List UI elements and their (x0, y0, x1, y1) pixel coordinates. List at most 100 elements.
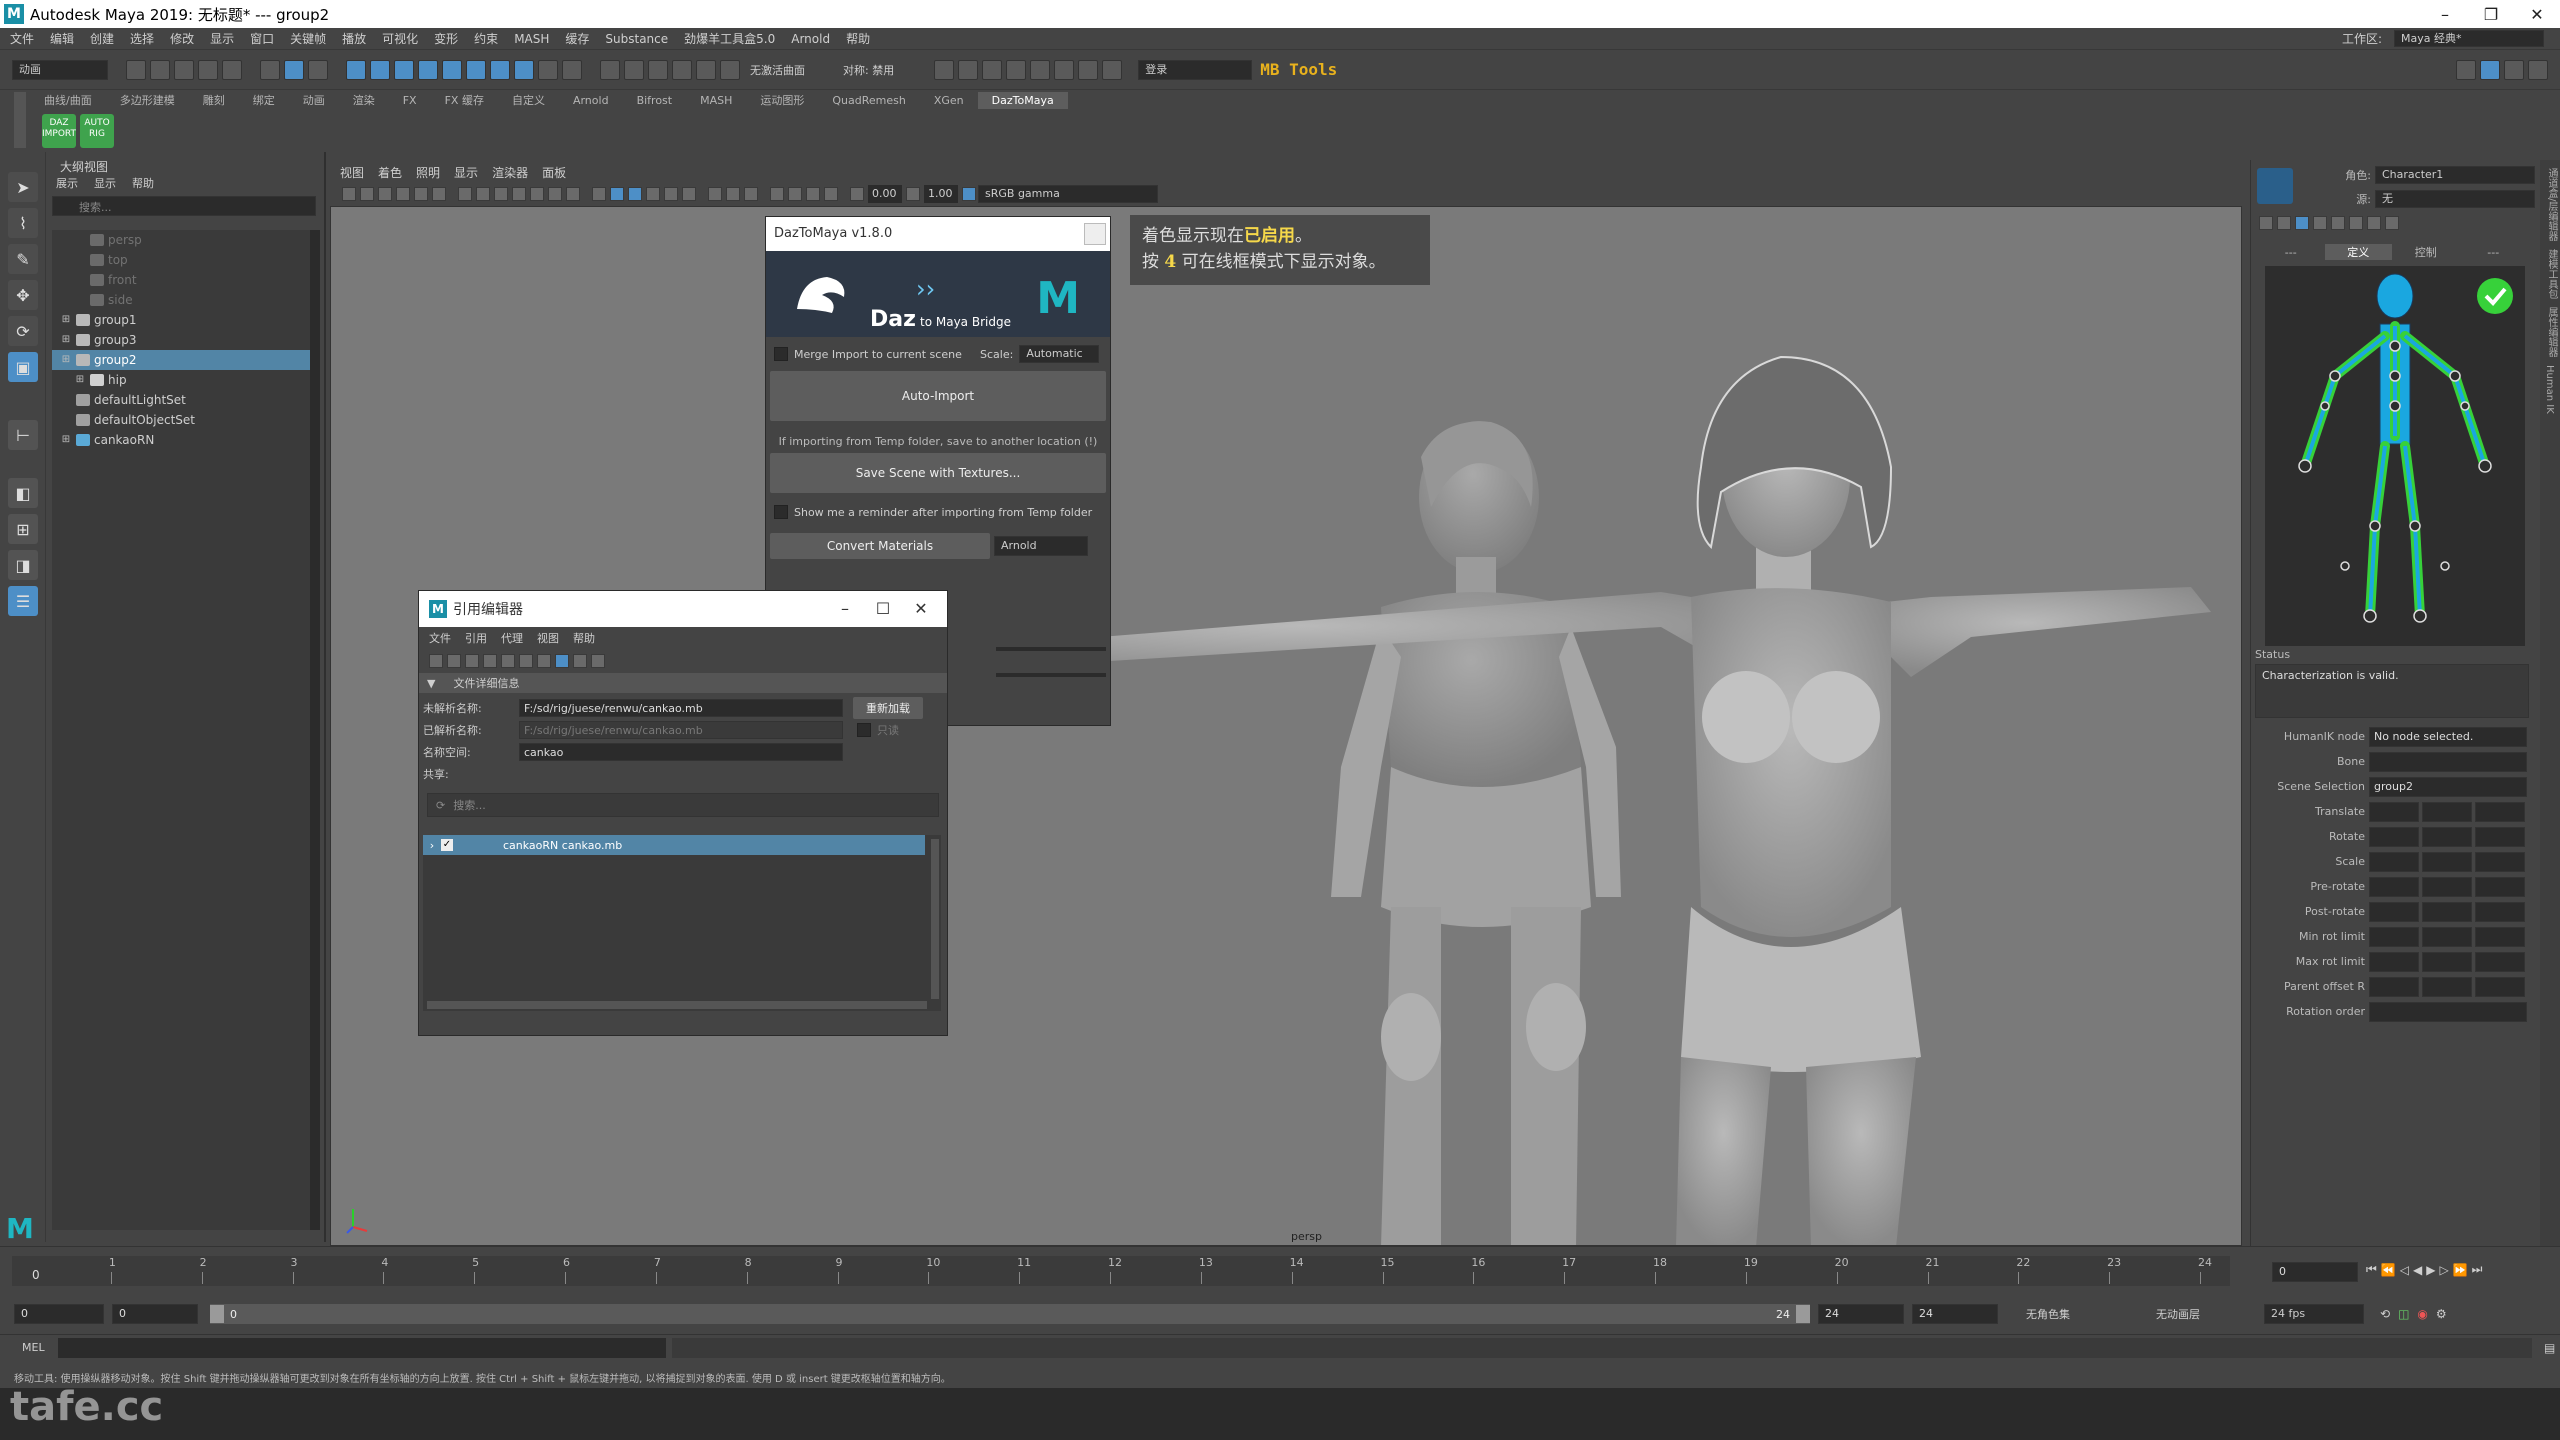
camera-select-icon[interactable] (342, 187, 356, 201)
pick-mask-icon[interactable] (394, 59, 414, 80)
menu-item[interactable]: 劲爆羊工具盒5.0 (684, 30, 775, 47)
scale-tool-icon[interactable]: ▣ (8, 352, 38, 382)
menu-item[interactable]: 关键帧 (290, 30, 326, 47)
reminder-checkbox[interactable] (774, 505, 788, 519)
gate-mask-icon[interactable] (512, 187, 526, 201)
command-input[interactable] (58, 1337, 666, 1358)
folder-icon[interactable] (2313, 216, 2327, 230)
camera-lock-icon[interactable] (360, 187, 374, 201)
channel-box-icon[interactable] (2480, 59, 2500, 80)
outliner-scrollbar[interactable] (310, 230, 320, 1230)
source-dropdown[interactable]: 无 (2375, 190, 2535, 208)
modeling-toolkit-tab[interactable]: 建模工具包 (2544, 249, 2559, 299)
step-back-key-icon[interactable]: ⏪ (2381, 1263, 2396, 1277)
shelf-tab[interactable]: 曲线/曲面 (30, 90, 106, 110)
rotate-y-field[interactable] (2422, 826, 2472, 847)
tool-settings-icon[interactable] (2528, 59, 2548, 80)
snap-live-icon[interactable] (720, 59, 740, 80)
translate-x-field[interactable] (2369, 801, 2419, 822)
resolution-gate-icon[interactable] (494, 187, 508, 201)
snap-surface-icon[interactable] (696, 59, 716, 80)
pick-mask-icon[interactable] (514, 59, 534, 80)
outliner-menu-item[interactable]: 显示 (94, 175, 116, 191)
menu-item[interactable]: MASH (514, 32, 549, 46)
pin-icon[interactable] (2385, 216, 2399, 230)
scale-y-field[interactable] (2422, 851, 2472, 872)
menu-item[interactable]: 帮助 (846, 30, 870, 47)
xray-joints-icon[interactable] (806, 187, 820, 201)
daz-slider-track[interactable] (996, 647, 1106, 651)
bookmark-icon[interactable] (378, 187, 392, 201)
shelf-tab[interactable]: 多边形建模 (106, 90, 189, 110)
post-rotate-z-field[interactable] (2475, 901, 2525, 922)
refed-menu-item[interactable]: 视图 (537, 630, 559, 646)
auto-rig-shelf-button[interactable]: AUTO RIG (80, 114, 114, 148)
layout-outliner-icon[interactable]: ☰ (8, 586, 38, 616)
ambient-occlusion-icon[interactable] (708, 187, 722, 201)
viewport-menu-item[interactable]: 照明 (416, 164, 440, 181)
layout-side-icon[interactable]: ◨ (8, 550, 38, 580)
exposure-field[interactable]: 0.00 (868, 185, 902, 203)
mel-label[interactable]: MEL (22, 1341, 58, 1354)
duplicate-reference-icon[interactable] (519, 654, 533, 668)
outliner-item[interactable]: defaultObjectSet (52, 410, 310, 430)
unload-reference-icon[interactable] (465, 654, 479, 668)
character-set-dropdown[interactable]: 无角色集 (2026, 1306, 2146, 1322)
min-rot-z-field[interactable] (2475, 926, 2525, 947)
pick-mask-icon[interactable] (370, 59, 390, 80)
shelf-tab[interactable]: XGen (920, 92, 978, 109)
outliner-menu-item[interactable]: 展示 (56, 175, 78, 191)
shelf-tab[interactable]: Bifrost (623, 92, 687, 109)
attribute-editor-tab[interactable]: 属性编辑器 (2544, 307, 2559, 357)
field-chart-icon[interactable] (530, 187, 544, 201)
menu-item[interactable]: Substance (605, 32, 668, 46)
expand-arrow-icon[interactable]: › (423, 839, 441, 852)
mbtools-logo[interactable]: MB Tools (1260, 60, 1337, 79)
max-rot-y-field[interactable] (2422, 951, 2472, 972)
refed-menu-item[interactable]: 帮助 (573, 630, 595, 646)
delete-icon[interactable] (2349, 216, 2363, 230)
safe-title-icon[interactable] (566, 187, 580, 201)
scene-end-field[interactable]: 24 (1912, 1304, 1998, 1324)
parent-offset-y-field[interactable] (2422, 976, 2472, 997)
menu-item[interactable]: 选择 (130, 30, 154, 47)
go-to-start-icon[interactable]: ⏮ (2366, 1262, 2377, 1277)
menu-item[interactable]: 窗口 (250, 30, 274, 47)
render-frame-icon[interactable] (958, 59, 979, 80)
refed-menu-item[interactable]: 文件 (429, 630, 451, 646)
viewport-menu-item[interactable]: 面板 (542, 164, 566, 181)
isolate-select-icon[interactable] (770, 187, 784, 201)
scale-x-field[interactable] (2369, 851, 2419, 872)
add-icon[interactable] (2259, 216, 2273, 230)
current-frame-field[interactable]: 0 (2272, 1262, 2358, 1282)
outliner-item[interactable]: ⊞ group2 (52, 350, 310, 370)
snap-curve-icon[interactable] (624, 59, 644, 80)
login-dropdown[interactable]: 登录 (1138, 59, 1253, 80)
translate-z-field[interactable] (2475, 801, 2525, 822)
refed-maximize-button[interactable]: ☐ (865, 595, 901, 623)
list-view-icon[interactable] (555, 654, 569, 668)
save-scene-button[interactable]: Save Scene with Textures... (770, 453, 1106, 493)
undo-icon[interactable] (198, 59, 218, 80)
fps-dropdown[interactable]: 24 fps (2264, 1304, 2364, 1324)
outliner-item[interactable]: persp (52, 230, 310, 250)
rotate-tool-icon[interactable]: ⟳ (8, 316, 38, 346)
pick-mask-icon[interactable] (466, 59, 486, 80)
layout-single-icon[interactable]: ◧ (8, 478, 38, 508)
mirror-icon[interactable] (2367, 216, 2381, 230)
hik-tab-define[interactable]: 定义 (2324, 244, 2392, 260)
outliner-item[interactable]: front (52, 270, 310, 290)
scale-dropdown[interactable]: Automatic (1019, 345, 1100, 363)
workspace-dropdown[interactable]: Maya 经典* (2394, 30, 2544, 47)
shelf-tab[interactable]: 绑定 (239, 90, 289, 110)
shelf-tab[interactable]: 自定义 (498, 90, 559, 110)
render-settings-icon[interactable] (1006, 59, 1027, 80)
min-rot-x-field[interactable] (2369, 926, 2419, 947)
min-rot-y-field[interactable] (2422, 926, 2472, 947)
xray-icon[interactable] (788, 187, 802, 201)
scene-start-field[interactable]: 0 (14, 1304, 104, 1324)
expand-icon[interactable]: ⊞ (60, 350, 72, 370)
menu-item[interactable]: 播放 (342, 30, 366, 47)
viewport-menu-item[interactable]: 显示 (454, 164, 478, 181)
image-plane-icon[interactable] (396, 187, 410, 201)
